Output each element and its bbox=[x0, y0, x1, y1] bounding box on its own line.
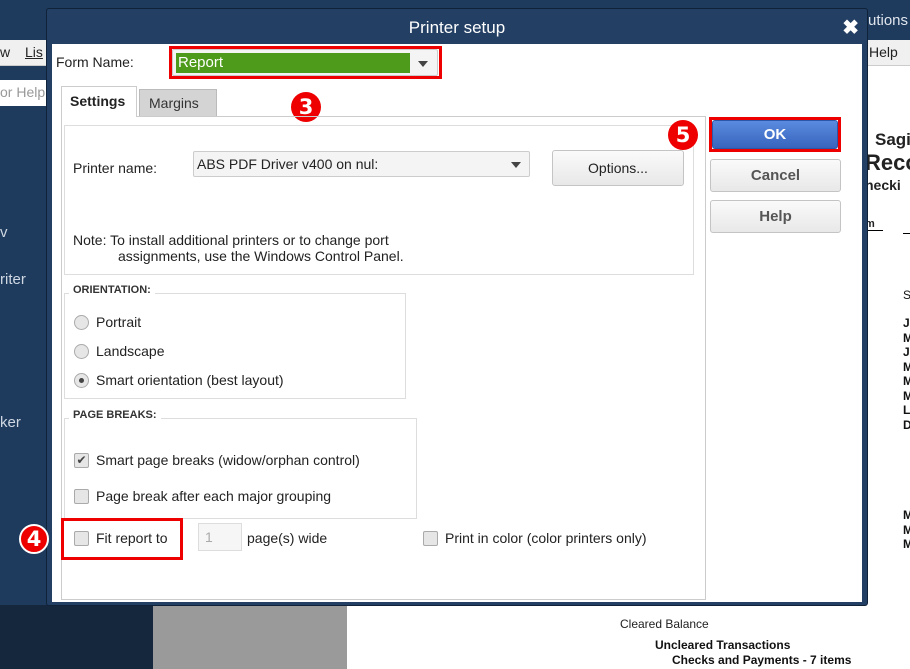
sidebar-footer bbox=[0, 605, 153, 669]
note-line-1: Note: To install additional printers or … bbox=[73, 232, 389, 248]
fit-pages-suffix: page(s) wide bbox=[247, 530, 328, 546]
report-row: S bbox=[903, 288, 910, 302]
report-rows: JMJMMMLD bbox=[903, 316, 910, 432]
page-breaks-title: PAGE BREAKS: bbox=[69, 409, 161, 421]
search-input[interactable]: or Help bbox=[0, 80, 46, 106]
radio-selected-icon[interactable] bbox=[74, 373, 89, 388]
checkbox-icon[interactable] bbox=[423, 531, 438, 546]
menu-view[interactable]: w bbox=[0, 44, 10, 60]
app-title-fragment: utions bbox=[868, 12, 909, 29]
orientation-title: ORIENTATION: bbox=[69, 284, 155, 296]
step-5-badge: 5 bbox=[668, 120, 698, 150]
report-account: hecki bbox=[865, 177, 901, 193]
note-line-2: assignments, use the Windows Control Pan… bbox=[118, 248, 404, 264]
step-4-badge: 4 bbox=[19, 524, 49, 554]
cleared-balance: Cleared Balance bbox=[620, 617, 709, 631]
report-rows: MMM bbox=[903, 508, 910, 551]
chevron-down-icon bbox=[418, 61, 428, 67]
form-name-dropdown[interactable]: Report bbox=[172, 49, 438, 76]
tab-settings[interactable]: Settings bbox=[61, 86, 137, 117]
report-company: Sagi bbox=[875, 130, 910, 149]
form-name-label: Form Name: bbox=[56, 54, 134, 70]
uncleared-transactions: Uncleared Transactions bbox=[655, 638, 791, 652]
ok-button[interactable]: OK bbox=[712, 120, 838, 149]
dialog-title: Printer setup bbox=[408, 18, 506, 37]
chevron-down-icon bbox=[511, 162, 521, 168]
printer-name-dropdown[interactable]: ABS PDF Driver v400 on nul: bbox=[193, 151, 530, 177]
fit-pages-input[interactable]: 1 bbox=[198, 523, 242, 551]
checkbox-icon[interactable] bbox=[74, 531, 89, 546]
close-icon[interactable]: ✖ bbox=[842, 15, 859, 40]
printer-name-label: Printer name: bbox=[73, 160, 158, 176]
cancel-button[interactable]: Cancel bbox=[710, 159, 841, 192]
report-title: Reco bbox=[865, 150, 910, 175]
menu-help[interactable]: Help bbox=[869, 44, 898, 60]
radio-icon[interactable] bbox=[74, 315, 89, 330]
printer-name-value: ABS PDF Driver v400 on nul: bbox=[197, 156, 379, 172]
sidebar-item[interactable]: ker bbox=[0, 414, 21, 431]
sidebar-item[interactable]: riter bbox=[0, 271, 26, 288]
menu-lists[interactable]: Lis bbox=[25, 44, 43, 60]
options-button[interactable]: Options... bbox=[552, 150, 684, 186]
tab-margins[interactable]: Margins bbox=[139, 89, 217, 117]
radio-icon[interactable] bbox=[74, 344, 89, 359]
help-button[interactable]: Help bbox=[710, 200, 841, 233]
sidebar-item[interactable]: v bbox=[0, 224, 8, 241]
form-name-value: Report bbox=[176, 53, 410, 73]
dialog-body: Form Name: Report Settings Margins 3 Pri… bbox=[52, 44, 862, 602]
checkmark-icon[interactable]: ✔ bbox=[74, 453, 89, 468]
printer-setup-dialog: Printer setup ✖ Form Name: Report Settin… bbox=[46, 8, 868, 606]
report-margin bbox=[153, 605, 347, 669]
checkbox-icon[interactable] bbox=[74, 489, 89, 504]
checks-payments: Checks and Payments - 7 items bbox=[672, 653, 852, 667]
